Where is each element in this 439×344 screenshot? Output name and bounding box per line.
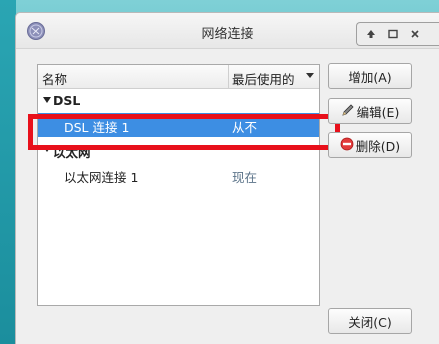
delete-button-label: 删除(D) (355, 138, 401, 154)
add-button-label: 增加(A) (348, 69, 392, 85)
connection-name: DSL 连接 1 (64, 120, 130, 135)
close-button[interactable]: 关闭(C) (328, 308, 412, 334)
close-icon[interactable] (407, 26, 423, 42)
sort-down-icon (306, 73, 314, 78)
list-item[interactable]: DSL 连接 1 从不 (38, 113, 319, 137)
add-button[interactable]: 增加(A) (328, 63, 412, 89)
list-header: 名称 最后使用的 (38, 65, 319, 89)
window-controls (356, 22, 439, 46)
edit-button-label: 编辑(E) (356, 104, 400, 120)
column-header-last-used[interactable]: 最后使用的 (230, 65, 320, 88)
column-header-name[interactable]: 名称 (38, 65, 229, 88)
close-button-label: 关闭(C) (348, 314, 392, 330)
expander-down-icon[interactable] (43, 146, 51, 152)
expander-down-icon[interactable] (43, 97, 51, 103)
titlebar: 网络连接 (16, 13, 439, 49)
column-header-last-used-label: 最后使用的 (232, 72, 295, 87)
group-ethernet[interactable]: 以太网 (38, 139, 319, 161)
desktop-background (0, 0, 16, 344)
list-item[interactable]: 以太网连接 1 现在 (38, 163, 319, 187)
group-label: DSL (53, 93, 81, 108)
connection-name: 以太网连接 1 (64, 170, 139, 185)
up-arrow-icon[interactable] (363, 26, 379, 42)
maximize-icon[interactable] (385, 26, 401, 42)
no-entry-icon (340, 137, 354, 154)
connection-last-used: 现在 (232, 170, 258, 185)
delete-button[interactable]: 删除(D) (328, 132, 412, 158)
edit-button[interactable]: 编辑(E) (328, 98, 412, 124)
group-dsl[interactable]: DSL (38, 90, 319, 112)
group-label: 以太网 (53, 145, 91, 160)
pencil-icon (341, 103, 355, 120)
connection-list[interactable]: 名称 最后使用的 DSL DSL 连接 1 从不 以太网 以太网连接 1 现在 (37, 64, 320, 306)
network-connections-window: 网络连接 名称 最后使用的 DSL DSL 连接 1 从不 以太网 以太网连接 … (15, 12, 439, 344)
connection-last-used: 从不 (232, 120, 258, 135)
